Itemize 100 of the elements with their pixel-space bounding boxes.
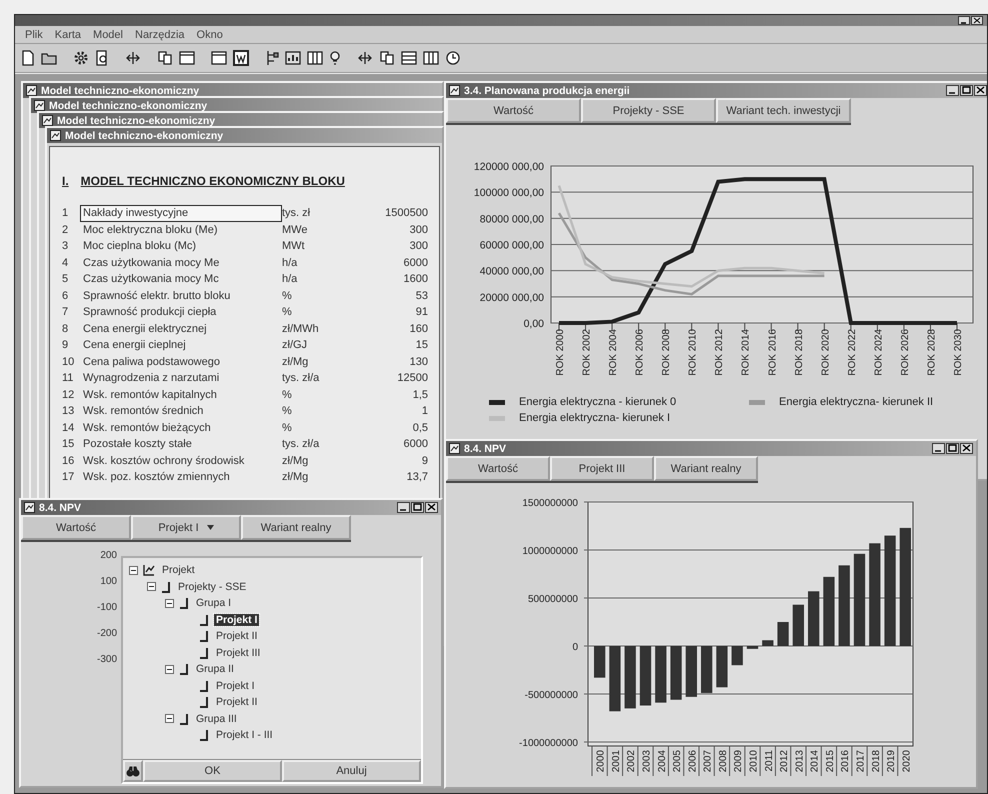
parameter-name[interactable]: Cena energii cieplnej bbox=[80, 337, 282, 354]
value-cell[interactable]: 300 bbox=[364, 238, 428, 254]
copy-icon[interactable] bbox=[379, 50, 395, 66]
tab[interactable]: Wartość bbox=[446, 456, 550, 481]
menu-item[interactable]: Narzędzia bbox=[135, 28, 185, 40]
tree-icon[interactable] bbox=[265, 50, 279, 66]
value-cell[interactable]: 1 bbox=[364, 403, 428, 420]
clock-icon[interactable] bbox=[445, 50, 461, 66]
close-icon[interactable] bbox=[974, 85, 987, 96]
collapse-icon[interactable] bbox=[147, 582, 156, 592]
tab[interactable]: Projekt III bbox=[550, 456, 654, 481]
parameter-name[interactable]: Nakłady inwestycyjne bbox=[80, 205, 282, 222]
value-cell[interactable]: 1500500 bbox=[364, 205, 428, 222]
parameter-name[interactable]: Sprawność elektr. brutto bloku bbox=[80, 288, 282, 304]
dialog-button[interactable]: Anuluj bbox=[282, 760, 421, 782]
tab[interactable]: Wariant tech. inwestycji bbox=[716, 98, 851, 123]
menu-item[interactable]: Karta bbox=[54, 28, 82, 40]
dialog-button[interactable]: OK bbox=[143, 760, 282, 782]
bulb-icon[interactable] bbox=[329, 50, 341, 66]
collapse-icon[interactable] bbox=[129, 566, 138, 575]
parameter-name[interactable]: Moc cieplna bloku (Mc) bbox=[80, 238, 282, 254]
parameter-name[interactable]: Wsk. kosztów ochrony środowisk bbox=[80, 452, 282, 469]
collapse-icon[interactable] bbox=[165, 598, 174, 608]
arrows-icon[interactable] bbox=[357, 50, 373, 66]
value-cell[interactable]: 160 bbox=[364, 320, 428, 337]
parameter-name[interactable]: Czas użytkowania mocy Me bbox=[80, 254, 282, 271]
tab[interactable]: Projekty - SSE bbox=[581, 98, 716, 123]
minimize-icon[interactable] bbox=[397, 502, 410, 513]
tab[interactable]: Wartość bbox=[21, 515, 131, 540]
parameter-name[interactable]: Czas użytkowania mocy Mc bbox=[80, 271, 282, 288]
title-bar[interactable]: 8.4. NPV bbox=[446, 441, 976, 456]
maximize-icon[interactable] bbox=[411, 502, 424, 513]
value-cell[interactable]: 6000 bbox=[364, 254, 428, 271]
window-icon[interactable] bbox=[179, 51, 195, 65]
tree-item[interactable]: Projekt bbox=[160, 564, 197, 576]
parameter-name[interactable]: Wsk. remontów średnich bbox=[80, 403, 282, 420]
tab[interactable]: Wariant realny bbox=[241, 515, 351, 540]
value-cell[interactable]: 12500 bbox=[364, 370, 428, 386]
columns-icon[interactable] bbox=[307, 51, 323, 65]
minimize-icon[interactable] bbox=[958, 16, 970, 25]
find-button[interactable] bbox=[123, 760, 143, 782]
value-cell[interactable]: 1,5 bbox=[364, 386, 428, 403]
tree-item[interactable]: Projekt II bbox=[214, 696, 260, 708]
arrows-icon[interactable] bbox=[125, 50, 141, 66]
tree-item[interactable]: Projekty - SSE bbox=[176, 580, 248, 593]
window-icon[interactable] bbox=[211, 51, 227, 65]
value-cell[interactable]: 130 bbox=[364, 354, 428, 370]
chart-icon[interactable] bbox=[285, 51, 301, 65]
menu-item[interactable]: Plik bbox=[25, 28, 43, 40]
collapse-icon[interactable] bbox=[165, 714, 174, 724]
close-icon[interactable] bbox=[960, 443, 973, 454]
value-cell[interactable]: 13,7 bbox=[364, 469, 428, 486]
parameter-name[interactable]: Cena energii elektrycznej bbox=[80, 320, 282, 337]
tree-item[interactable]: Projekt III bbox=[214, 646, 262, 659]
print-preview-icon[interactable] bbox=[95, 50, 109, 66]
parameter-name[interactable]: Wsk. poz. kosztów zmiennych bbox=[80, 469, 282, 486]
parameter-name[interactable]: Wsk. remontów kapitalnych bbox=[80, 386, 282, 403]
parameter-name[interactable]: Moc elektryczna bloku (Me) bbox=[80, 222, 282, 238]
value-cell[interactable]: 9 bbox=[364, 452, 428, 469]
menu-item[interactable]: Model bbox=[93, 28, 123, 40]
value-cell[interactable]: 91 bbox=[364, 304, 428, 320]
tree-item[interactable]: Grupa II bbox=[194, 663, 236, 676]
close-icon[interactable] bbox=[425, 502, 438, 513]
tree-item[interactable]: Grupa III bbox=[194, 712, 239, 725]
tree-item[interactable]: Grupa I bbox=[194, 597, 234, 610]
document-icon[interactable] bbox=[21, 50, 35, 66]
parameter-name[interactable]: Wsk. remontów bieżących bbox=[80, 420, 282, 436]
tab[interactable]: Wariant realny bbox=[654, 456, 758, 481]
value-cell[interactable]: 300 bbox=[364, 222, 428, 238]
copy-icon[interactable] bbox=[157, 50, 173, 66]
table-icon[interactable] bbox=[401, 51, 417, 65]
minimize-icon[interactable] bbox=[932, 443, 945, 454]
tab[interactable]: Wartość bbox=[446, 98, 581, 123]
minimize-icon[interactable] bbox=[946, 85, 959, 96]
folder-icon[interactable] bbox=[41, 51, 57, 65]
tree-item[interactable]: Projekt I bbox=[214, 680, 257, 692]
value-cell[interactable]: 6000 bbox=[364, 436, 428, 452]
maximize-icon[interactable] bbox=[946, 443, 959, 454]
columns-icon[interactable] bbox=[423, 51, 439, 65]
maximize-icon[interactable] bbox=[960, 85, 973, 96]
gear-icon[interactable] bbox=[73, 50, 89, 66]
menu-item[interactable]: Okno bbox=[196, 28, 223, 40]
tree-item[interactable]: Projekt I - III bbox=[214, 729, 275, 742]
tab[interactable]: Projekt I bbox=[131, 515, 241, 540]
title-bar[interactable]: Model techniczno-ekonomiczny bbox=[47, 128, 442, 143]
value-cell[interactable]: 53 bbox=[364, 288, 428, 304]
parameter-name[interactable]: Sprawność produkcji ciepła bbox=[80, 304, 282, 320]
parameter-name[interactable]: Wynagrodzenia z narzutami bbox=[80, 370, 282, 386]
title-bar[interactable]: 3.4. Planowana produkcja energii bbox=[446, 83, 987, 98]
value-cell[interactable]: 0,5 bbox=[364, 420, 428, 436]
parameter-name[interactable]: Pozostałe koszty stałe bbox=[80, 436, 282, 452]
close-icon[interactable] bbox=[971, 16, 983, 25]
document-icon[interactable] bbox=[233, 50, 249, 66]
collapse-icon[interactable] bbox=[165, 664, 174, 674]
value-cell[interactable]: 1600 bbox=[364, 271, 428, 288]
tree-item[interactable]: Projekt I bbox=[214, 614, 260, 626]
tree-item[interactable]: Projekt II bbox=[214, 630, 260, 642]
value-cell[interactable]: 15 bbox=[364, 337, 428, 354]
title-bar[interactable]: 8.4. NPV bbox=[21, 500, 441, 515]
parameter-name[interactable]: Cena paliwa podstawowego bbox=[80, 354, 282, 370]
